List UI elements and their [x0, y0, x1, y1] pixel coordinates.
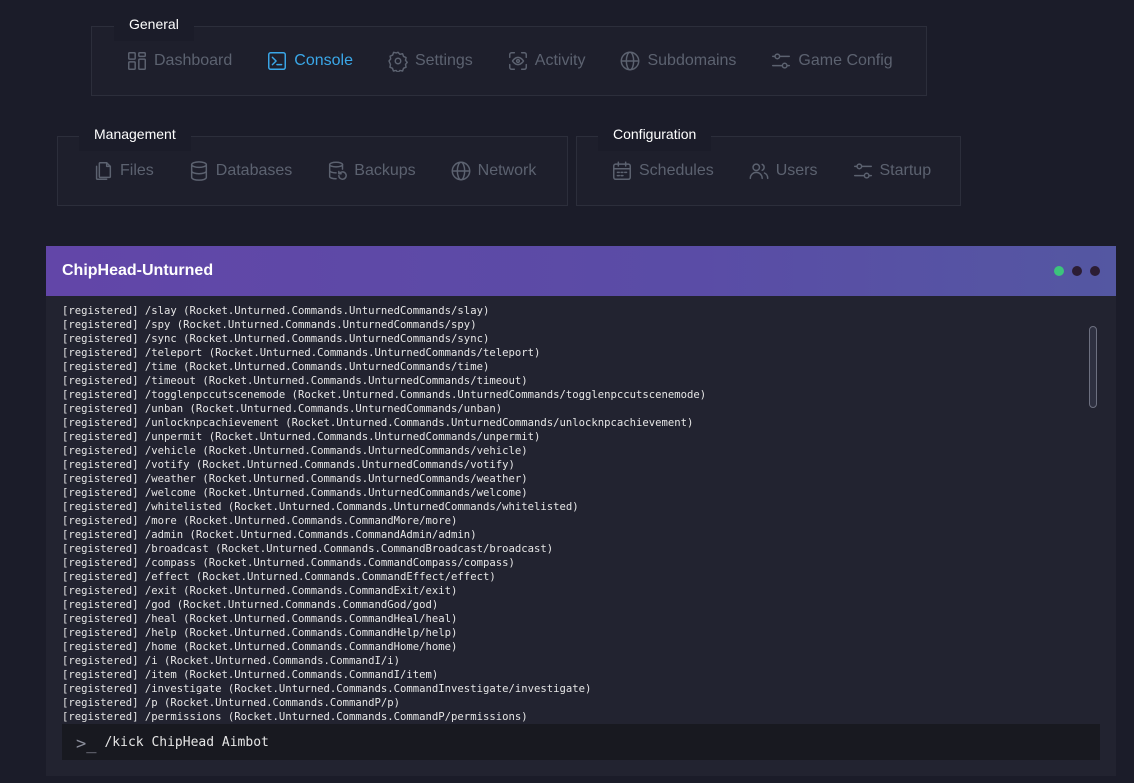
console-scrollbar[interactable]: [1089, 326, 1097, 408]
status-dots: [1054, 266, 1100, 276]
console-line: [registered] /heal (Rocket.Unturned.Comm…: [62, 613, 458, 625]
management-nav-group: Management Files Databases Backups Netwo…: [57, 121, 568, 206]
console-line: [registered] /togglenpccutscenemode (Roc…: [62, 389, 707, 401]
nav-subdomains[interactable]: Subdomains: [619, 50, 736, 72]
console-line: [registered] /broadcast (Rocket.Unturned…: [62, 543, 554, 555]
nav-console[interactable]: Console: [266, 50, 353, 72]
nav-network-label: Network: [477, 162, 537, 179]
server-name: ChipHead-Unturned: [62, 262, 214, 279]
files-icon: [95, 162, 112, 180]
status-dot: [1072, 266, 1082, 276]
nav-activity[interactable]: Activity: [507, 50, 586, 72]
prompt-icon: >_: [76, 734, 97, 754]
console-line: [registered] /god (Rocket.Unturned.Comma…: [62, 599, 439, 611]
nav-activity-label: Activity: [534, 52, 586, 69]
console-line: [registered] /more (Rocket.Unturned.Comm…: [62, 515, 458, 527]
calendar-icon: [613, 161, 631, 180]
console-line: [registered] /spy (Rocket.Unturned.Comma…: [62, 319, 477, 331]
console-header: ChipHead-Unturned: [46, 246, 1116, 296]
command-bar: >_: [62, 724, 1100, 760]
console-line: [registered] /unlocknpcachievement (Rock…: [62, 417, 694, 429]
console-line: [registered] /compass (Rocket.Unturned.C…: [62, 557, 515, 569]
console-line: [registered] /permissions (Rocket.Unturn…: [62, 711, 528, 723]
nav-databases[interactable]: Databases: [188, 160, 293, 182]
nav-databases-label: Databases: [215, 162, 293, 179]
nav-dashboard-label: Dashboard: [154, 52, 233, 69]
console-line: [registered] /effect (Rocket.Unturned.Co…: [62, 571, 496, 583]
status-online-dot: [1054, 266, 1064, 276]
console-line: [registered] /home (Rocket.Unturned.Comm…: [62, 641, 458, 653]
nav-schedules[interactable]: Schedules: [611, 160, 714, 182]
database-icon: [190, 161, 207, 181]
nav-settings-label: Settings: [414, 52, 473, 69]
users-icon: [749, 163, 769, 180]
dashboard-icon: [128, 52, 146, 70]
status-dot: [1090, 266, 1100, 276]
nav-backups-label: Backups: [354, 162, 416, 179]
console-line: [registered] /unban (Rocket.Unturned.Com…: [62, 403, 503, 415]
nav-startup[interactable]: Startup: [852, 160, 932, 182]
console-line: [registered] /welcome (Rocket.Unturned.C…: [62, 487, 528, 499]
console-line: [registered] /whitelisted (Rocket.Unturn…: [62, 501, 579, 513]
console-line: [registered] /p (Rocket.Unturned.Command…: [62, 697, 401, 709]
console-log[interactable]: [registered] /slay (Rocket.Unturned.Comm…: [62, 304, 1077, 724]
activity-icon: [508, 52, 527, 70]
console-line: [registered] /time (Rocket.Unturned.Comm…: [62, 361, 490, 373]
nav-settings[interactable]: Settings: [387, 50, 473, 72]
console-line: [registered] /help (Rocket.Unturned.Comm…: [62, 627, 458, 639]
sliders-icon: [772, 53, 791, 69]
nav-console-label: Console: [294, 52, 353, 69]
console-line: [registered] /exit (Rocket.Unturned.Comm…: [62, 585, 458, 597]
nav-backups[interactable]: Backups: [326, 160, 416, 182]
nav-subdomains-label: Subdomains: [647, 52, 737, 69]
nav-startup-label: Startup: [879, 162, 932, 179]
nav-files[interactable]: Files: [92, 160, 154, 182]
configuration-nav-group: Configuration Schedules Users Startup: [576, 121, 961, 206]
globe-icon: [621, 51, 640, 71]
console-line: [registered] /sync (Rocket.Unturned.Comm…: [62, 333, 490, 345]
nav-game-config[interactable]: Game Config: [770, 50, 893, 72]
console-line: [registered] /weather (Rocket.Unturned.C…: [62, 473, 528, 485]
console-line: [registered] /unpermit (Rocket.Unturned.…: [62, 431, 541, 443]
command-input[interactable]: [104, 734, 1005, 750]
console-line: [registered] /timeout (Rocket.Unturned.C…: [62, 375, 528, 387]
nav-schedules-label: Schedules: [639, 162, 714, 179]
nav-network[interactable]: Network: [450, 160, 537, 182]
nav-game-config-label: Game Config: [798, 52, 893, 69]
general-nav-group: General Dashboard Console Settings Activ…: [91, 11, 927, 96]
nav-dashboard[interactable]: Dashboard: [126, 50, 232, 72]
console-icon: [268, 52, 287, 70]
nav-users-label: Users: [775, 162, 818, 179]
globe-icon: [451, 161, 471, 181]
console-line: [registered] /votify (Rocket.Unturned.Co…: [62, 459, 515, 471]
nav-users[interactable]: Users: [748, 160, 818, 182]
sliders-icon: [853, 163, 872, 179]
console-line: [registered] /investigate (Rocket.Unturn…: [62, 683, 592, 695]
console-panel: ChipHead-Unturned [registered] /slay (Ro…: [46, 246, 1116, 776]
nav-files-label: Files: [120, 162, 154, 179]
console-line: [registered] /vehicle (Rocket.Unturned.C…: [62, 445, 528, 457]
backup-icon: [329, 161, 348, 180]
console-line: [registered] /item (Rocket.Unturned.Comm…: [62, 669, 439, 681]
console-line: [registered] /teleport (Rocket.Unturned.…: [62, 347, 541, 359]
gear-icon: [388, 51, 408, 72]
console-line: [registered] /slay (Rocket.Unturned.Comm…: [62, 305, 490, 317]
console-line: [registered] /i (Rocket.Unturned.Command…: [62, 655, 401, 667]
console-line: [registered] /admin (Rocket.Unturned.Com…: [62, 529, 477, 541]
